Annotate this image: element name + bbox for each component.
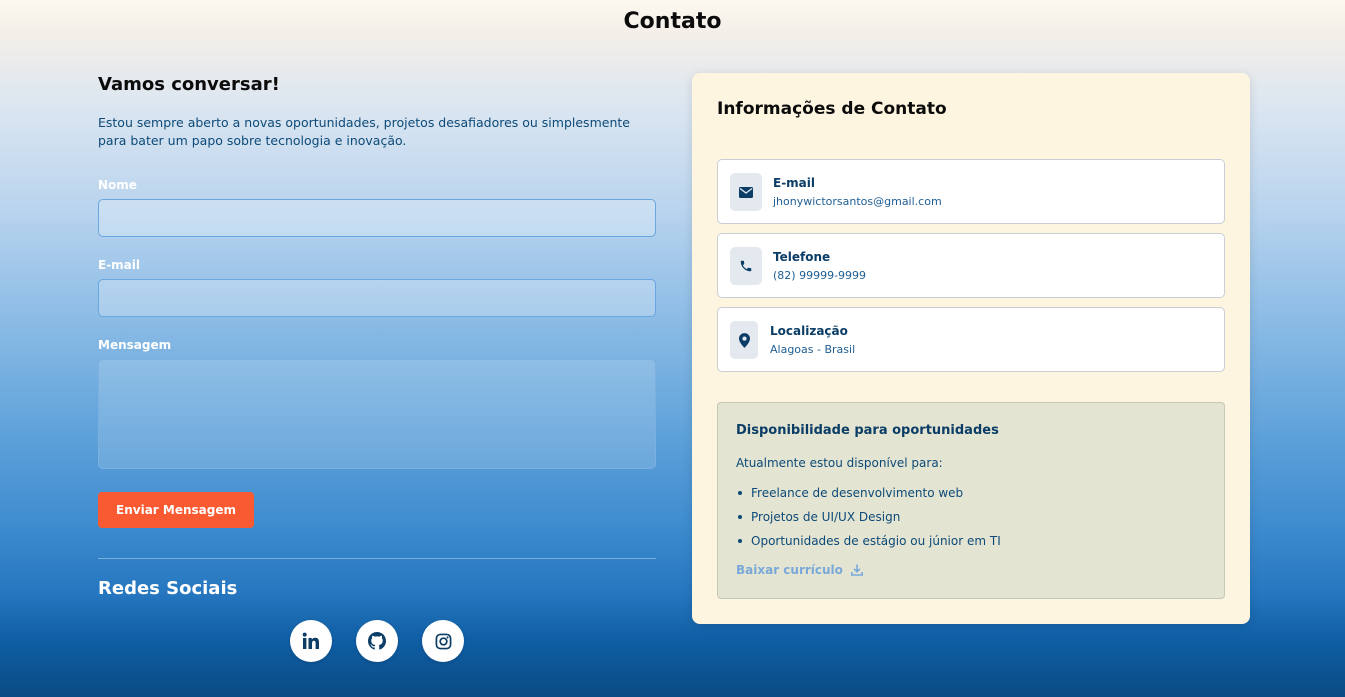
email-field[interactable] (98, 279, 656, 317)
contact-info-card: Informações de Contato E-mail jhonywicto… (692, 73, 1250, 624)
contact-item-value: jhonywictorsantos@gmail.com (773, 195, 942, 208)
message-textarea[interactable] (98, 359, 656, 469)
github-icon (368, 632, 386, 650)
instagram-icon (435, 633, 451, 649)
name-field[interactable] (98, 199, 656, 237)
social-title: Redes Sociais (98, 578, 238, 599)
form-intro: Estou sempre aberto a novas oportunidade… (98, 115, 630, 148)
contact-item-label: Localização (770, 324, 848, 338)
social-links (290, 620, 464, 662)
availability-list: Freelance de desenvolvimento web Projeto… (736, 484, 1001, 556)
map-pin-icon (730, 321, 758, 359)
linkedin-icon (302, 632, 319, 649)
name-label: Nome (98, 178, 137, 192)
list-item: Oportunidades de estágio ou júnior em TI (736, 532, 1001, 556)
envelope-icon (730, 173, 762, 211)
contact-form-section: Vamos conversar! Estou sempre aberto a n… (98, 72, 656, 662)
page-title: Contato (623, 9, 722, 34)
download-icon (850, 564, 863, 576)
contact-item-label: E-mail (773, 176, 816, 190)
divider (98, 558, 656, 559)
contact-item-value: (82) 99999-9999 (773, 269, 867, 282)
send-message-button[interactable]: Enviar Mensagem (98, 492, 254, 528)
form-heading: Vamos conversar! (98, 74, 280, 95)
availability-subtitle: Atualmente estou disponível para: (736, 456, 943, 470)
instagram-link[interactable] (422, 620, 464, 662)
availability-box: Disponibilidade para oportunidades Atual… (717, 402, 1225, 599)
download-cv-link[interactable]: Baixar currículo (736, 563, 863, 577)
github-link[interactable] (356, 620, 398, 662)
contact-item-phone[interactable]: Telefone (82) 99999-9999 (717, 233, 1225, 298)
phone-icon (730, 247, 762, 285)
availability-title: Disponibilidade para oportunidades (736, 423, 999, 438)
email-label: E-mail (98, 258, 141, 272)
download-cv-label: Baixar currículo (736, 563, 843, 577)
contact-item-location[interactable]: Localização Alagoas - Brasil (717, 307, 1225, 372)
contact-item-value: Alagoas - Brasil (770, 343, 856, 356)
linkedin-link[interactable] (290, 620, 332, 662)
contact-item-email[interactable]: E-mail jhonywictorsantos@gmail.com (717, 159, 1225, 224)
message-label: Mensagem (98, 338, 172, 352)
list-item: Projetos de UI/UX Design (736, 508, 1001, 532)
contact-info-title: Informações de Contato (717, 99, 947, 119)
contact-item-label: Telefone (773, 250, 831, 264)
list-item: Freelance de desenvolvimento web (736, 484, 1001, 508)
